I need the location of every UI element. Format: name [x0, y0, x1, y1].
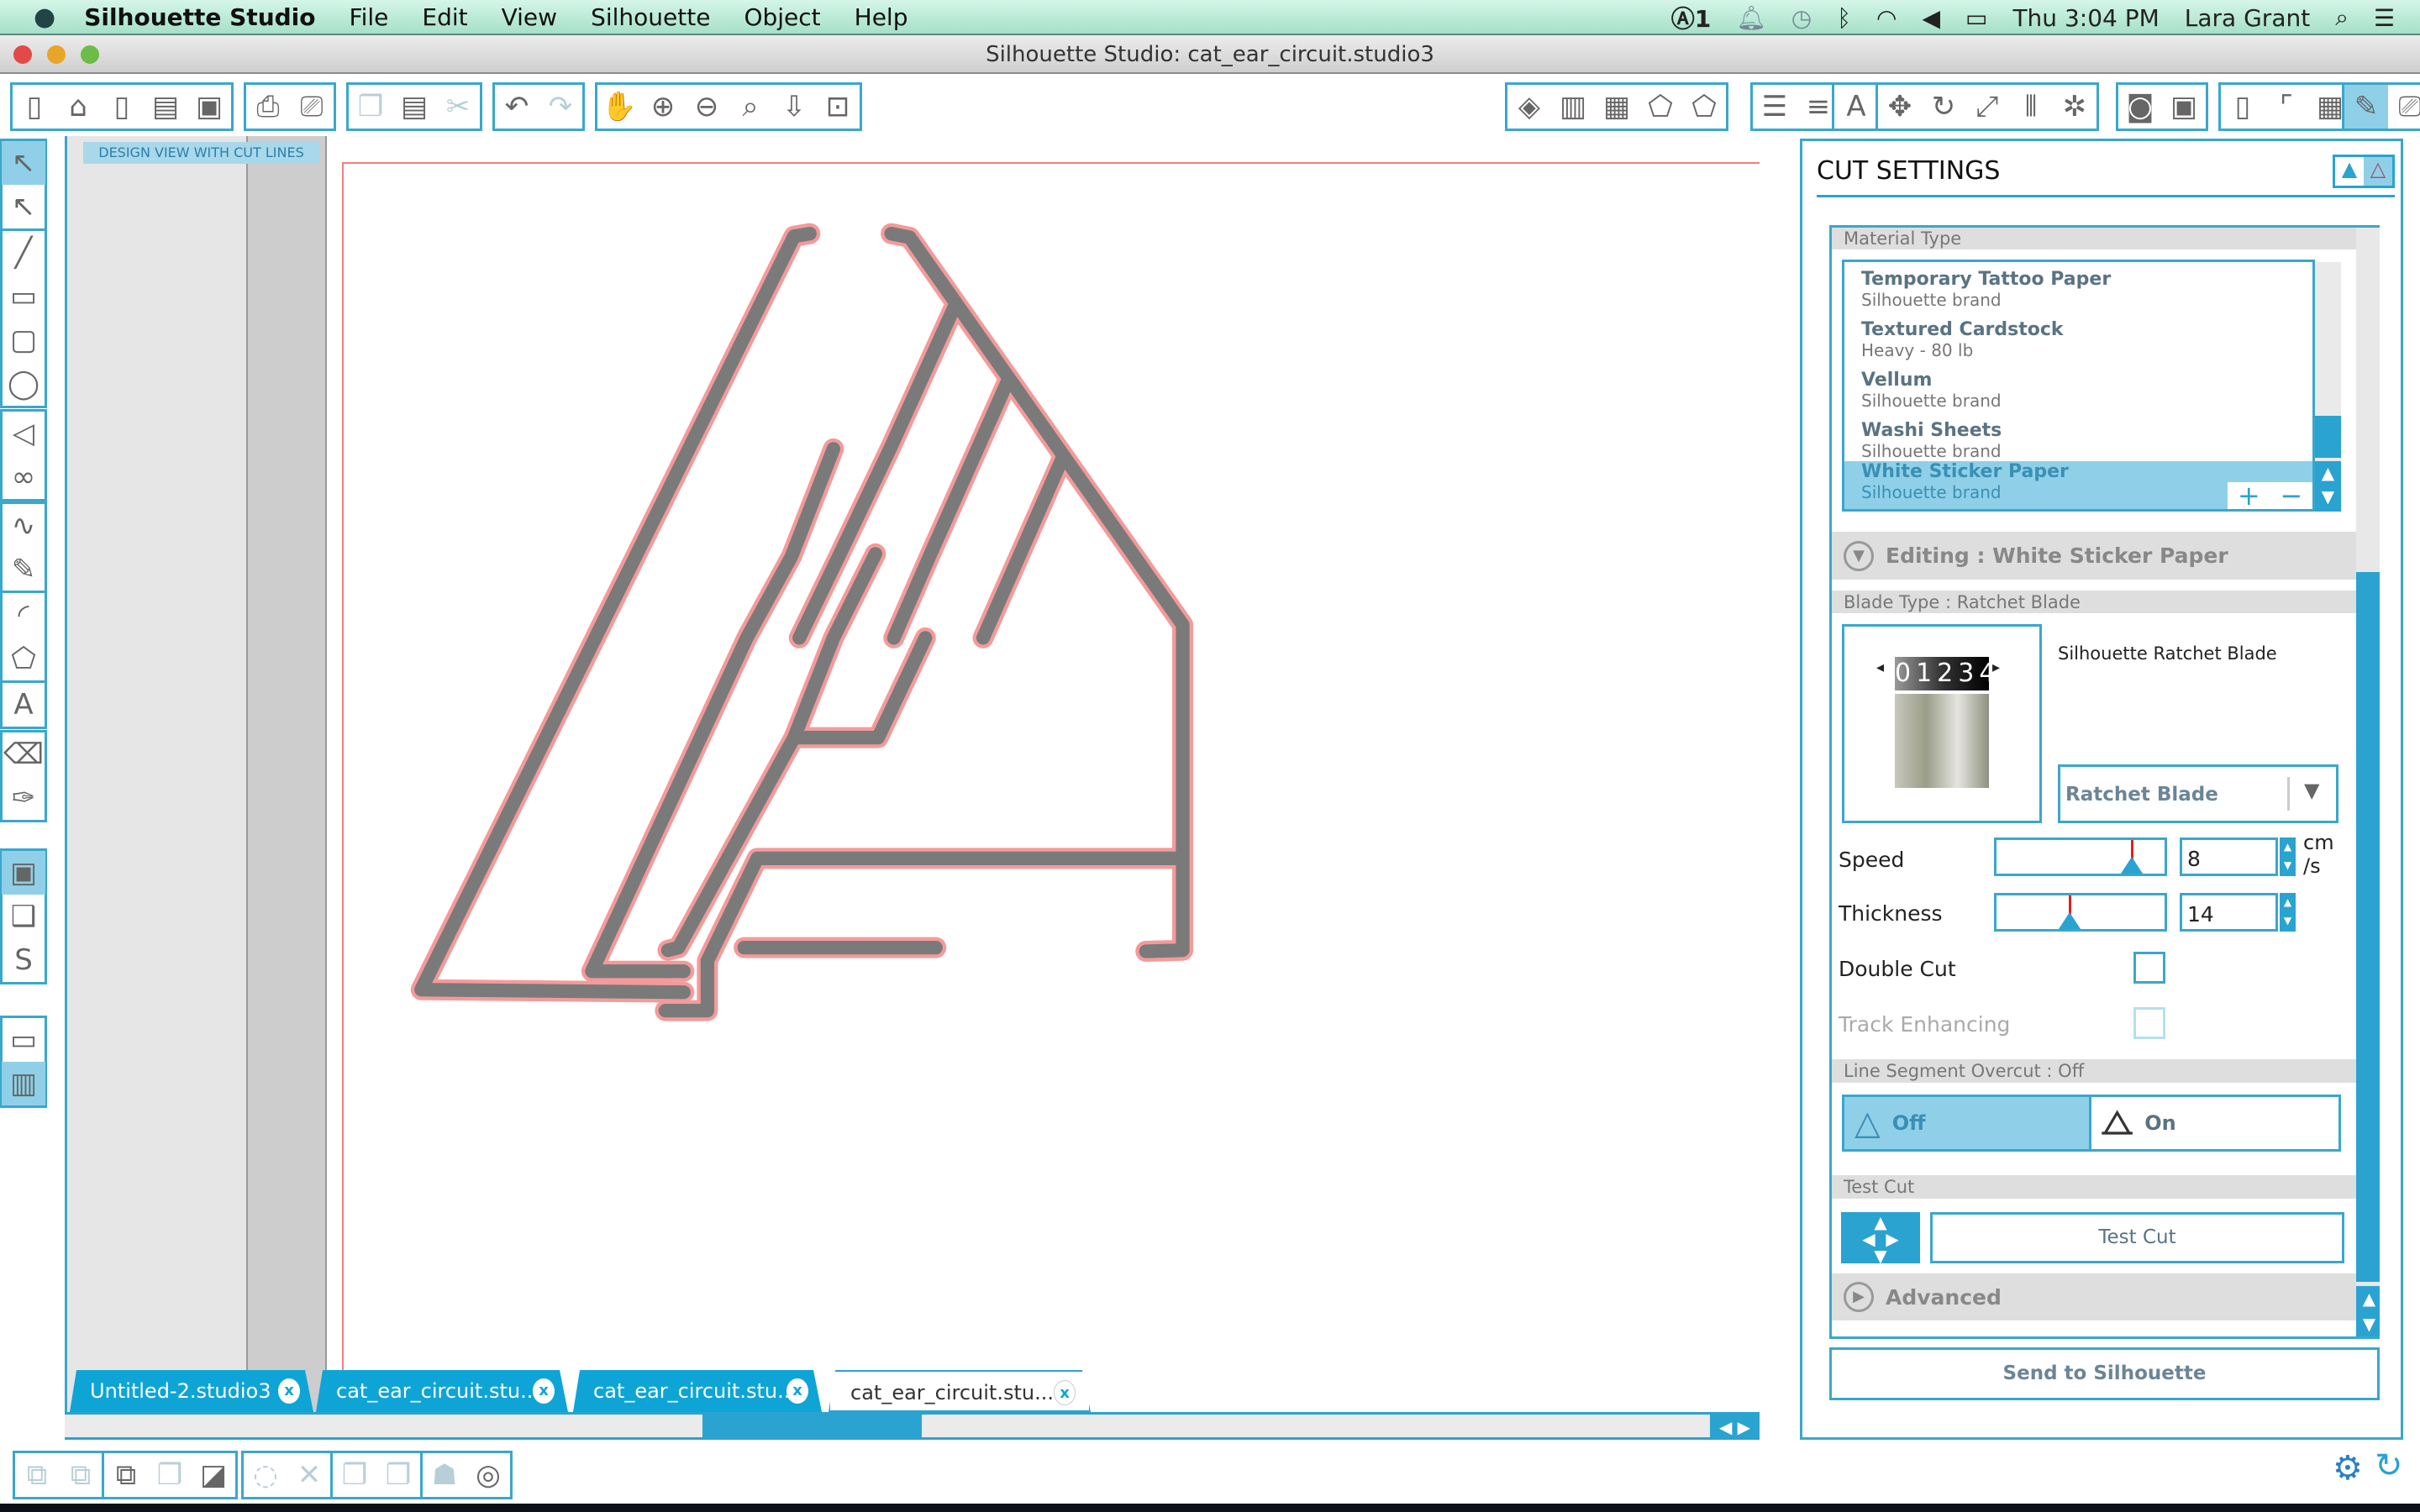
track-enhancing-label: Track Enhancing — [1839, 1012, 2011, 1037]
send-to-silhouette-button[interactable]: Send to Silhouette — [1829, 1347, 2380, 1400]
tab-label: cat_ear_circuit.stu... — [850, 1381, 1054, 1404]
tab-label: cat_ear_circuit.stu... — [336, 1379, 539, 1403]
track-enhancing-checkbox[interactable] — [2133, 1007, 2165, 1039]
settings-scroll-area: Material Type Temporary Tattoo Paper Silh… — [1829, 225, 2380, 1339]
speed-unit-per-second: /s — [2303, 854, 2321, 878]
document-tab[interactable]: cat_ear_circuit.stu... x — [573, 1370, 822, 1412]
material-name: Vellum — [1861, 370, 1933, 391]
panel-title: CUT SETTINGS — [1817, 156, 2001, 186]
thickness-label: Thickness — [1839, 901, 1943, 926]
material-item[interactable]: Vellum Silhouette brand — [1844, 370, 2312, 420]
advanced-label: Advanced — [1886, 1284, 2002, 1310]
speed-stepper[interactable]: ▲ ▼ — [2280, 837, 2296, 876]
material-name: Washi Sheets — [1861, 420, 2002, 441]
document-tab[interactable]: cat_ear_circuit.stu... x — [829, 1370, 1091, 1412]
panel-collapse-buttons: ▲ △ — [2333, 155, 2395, 188]
settings-scroll-arrows[interactable]: ▲ ▼ — [2356, 1286, 2380, 1336]
triangle-icon: △ — [1854, 1104, 1881, 1142]
overcut-header: Line Segment Overcut : Off — [1832, 1059, 2356, 1083]
material-list-scrollbar[interactable]: ▲ ▼ — [2315, 262, 2341, 512]
tab-label: cat_ear_circuit.stu... — [593, 1379, 797, 1403]
editing-header[interactable]: ▼ Editing : White Sticker Paper — [1832, 532, 2356, 580]
overcut-toggle: △ Off ⧍ On — [1842, 1095, 2341, 1152]
blade-name: Silhouette Ratchet Blade — [2058, 643, 2277, 664]
shape-path[interactable] — [658, 851, 1190, 1018]
tab-label: Untitled-2.studio3 — [90, 1379, 271, 1403]
document-tab[interactable]: Untitled-2.studio3 x — [70, 1370, 313, 1412]
settings-scrollbar-thumb[interactable] — [2356, 572, 2380, 1282]
chevron-down-icon: ▼ — [2304, 779, 2320, 802]
close-tab-icon[interactable]: x — [533, 1378, 555, 1404]
thickness-stepper[interactable]: ▲ ▼ — [2280, 893, 2296, 932]
material-subtitle: Silhouette brand — [1861, 290, 2002, 310]
overcut-on-label: On — [2144, 1111, 2176, 1135]
document-tab[interactable]: cat_ear_circuit.stu... x — [316, 1370, 568, 1412]
overcut-off-button[interactable]: △ Off — [1844, 1097, 2091, 1149]
blade-dial: 01234 — [1895, 657, 1995, 690]
scroll-left-right-arrows[interactable]: ◀ ▶ — [1710, 1415, 1760, 1440]
advanced-header[interactable]: ▶ Advanced — [1832, 1273, 2356, 1320]
slider-handle[interactable] — [2059, 912, 2081, 929]
double-cut-label: Double Cut — [1839, 957, 1956, 981]
gear-icon[interactable]: ⚙ — [2333, 1449, 2363, 1488]
speed-slider[interactable] — [1994, 837, 2167, 876]
blade-prev-icon[interactable]: ◂ — [1876, 659, 1891, 676]
material-subtitle: Silhouette brand — [1861, 391, 2002, 411]
overcut-on-button[interactable]: ⧍ On — [2091, 1097, 2338, 1149]
cut-settings-panel: CUT SETTINGS ▲ △ Material Type Temporary… — [1800, 139, 2403, 1440]
close-tab-icon[interactable]: x — [786, 1378, 808, 1404]
material-subtitle: Heavy - 80 lb — [1861, 340, 1974, 360]
speed-label: Speed — [1839, 848, 1905, 872]
material-list-scrollbar-thumb[interactable] — [2315, 416, 2341, 458]
material-item[interactable]: Textured Cardstock Heavy - 80 lb — [1844, 319, 2312, 370]
material-type-header: Material Type — [1832, 228, 2356, 249]
speed-input[interactable]: 8 — [2180, 837, 2278, 876]
test-cut-header: Test Cut — [1832, 1175, 2356, 1199]
blade-type-select[interactable]: Ratchet Blade ▼ — [2058, 764, 2338, 823]
material-name: Temporary Tattoo Paper — [1861, 269, 2112, 290]
material-list[interactable]: Temporary Tattoo Paper Silhouette brand Te… — [1842, 260, 2315, 512]
blade-image: ◂ 01234 ▸ — [1842, 624, 2042, 823]
collapse-up-icon[interactable]: ▲ — [2335, 157, 2364, 186]
speed-unit: cm — [2303, 831, 2334, 854]
overcut-triangle-icon: ⧍ — [2102, 1104, 2133, 1142]
close-tab-icon[interactable]: x — [278, 1378, 300, 1404]
double-cut-checkbox[interactable] — [2133, 952, 2165, 984]
blade-type-value: Ratchet Blade — [2065, 784, 2218, 806]
editing-label: Editing : White Sticker Paper — [1886, 543, 2228, 568]
material-item[interactable]: Temporary Tattoo Paper Silhouette brand — [1844, 269, 2312, 319]
shape-path[interactable] — [976, 452, 1069, 645]
material-subtitle: Silhouette brand — [1861, 441, 2002, 461]
collapse-triangle-icon: ▼ — [1844, 540, 1874, 571]
add-material-button[interactable]: + — [2238, 482, 2260, 509]
move-blade-arrows-button[interactable]: ▲ ◀ ▶ ▼ — [1841, 1212, 1920, 1264]
material-name: Textured Cardstock — [1861, 319, 2064, 340]
expand-triangle-icon: ▶ — [1844, 1282, 1874, 1312]
slider-handle[interactable] — [2121, 857, 2143, 874]
material-list-arrows[interactable]: ▲ ▼ — [2315, 461, 2341, 512]
sync-icon[interactable]: ↻ — [2375, 1446, 2403, 1485]
blade-next-icon[interactable]: ▸ — [1992, 659, 2000, 676]
test-cut-button[interactable]: Test Cut — [1930, 1212, 2344, 1263]
thickness-input[interactable]: 14 — [2180, 893, 2278, 932]
blade-type-header: Blade Type : Ratchet Blade — [1832, 591, 2356, 613]
settings-scrollbar[interactable]: ▲ ▼ — [2356, 228, 2380, 1336]
thickness-slider[interactable] — [1994, 893, 2167, 932]
close-tab-icon[interactable]: x — [1054, 1380, 1076, 1405]
horizontal-scrollbar-thumb[interactable] — [702, 1415, 922, 1437]
horizontal-scrollbar[interactable] — [65, 1415, 1710, 1440]
blade-body — [1895, 694, 1989, 788]
overcut-off-label: Off — [1891, 1111, 1926, 1135]
dock-edge — [0, 1504, 2420, 1512]
title-underline — [1817, 195, 2395, 197]
remove-material-button[interactable]: − — [2280, 482, 2302, 509]
collapse-outline-icon[interactable]: △ — [2364, 157, 2392, 186]
